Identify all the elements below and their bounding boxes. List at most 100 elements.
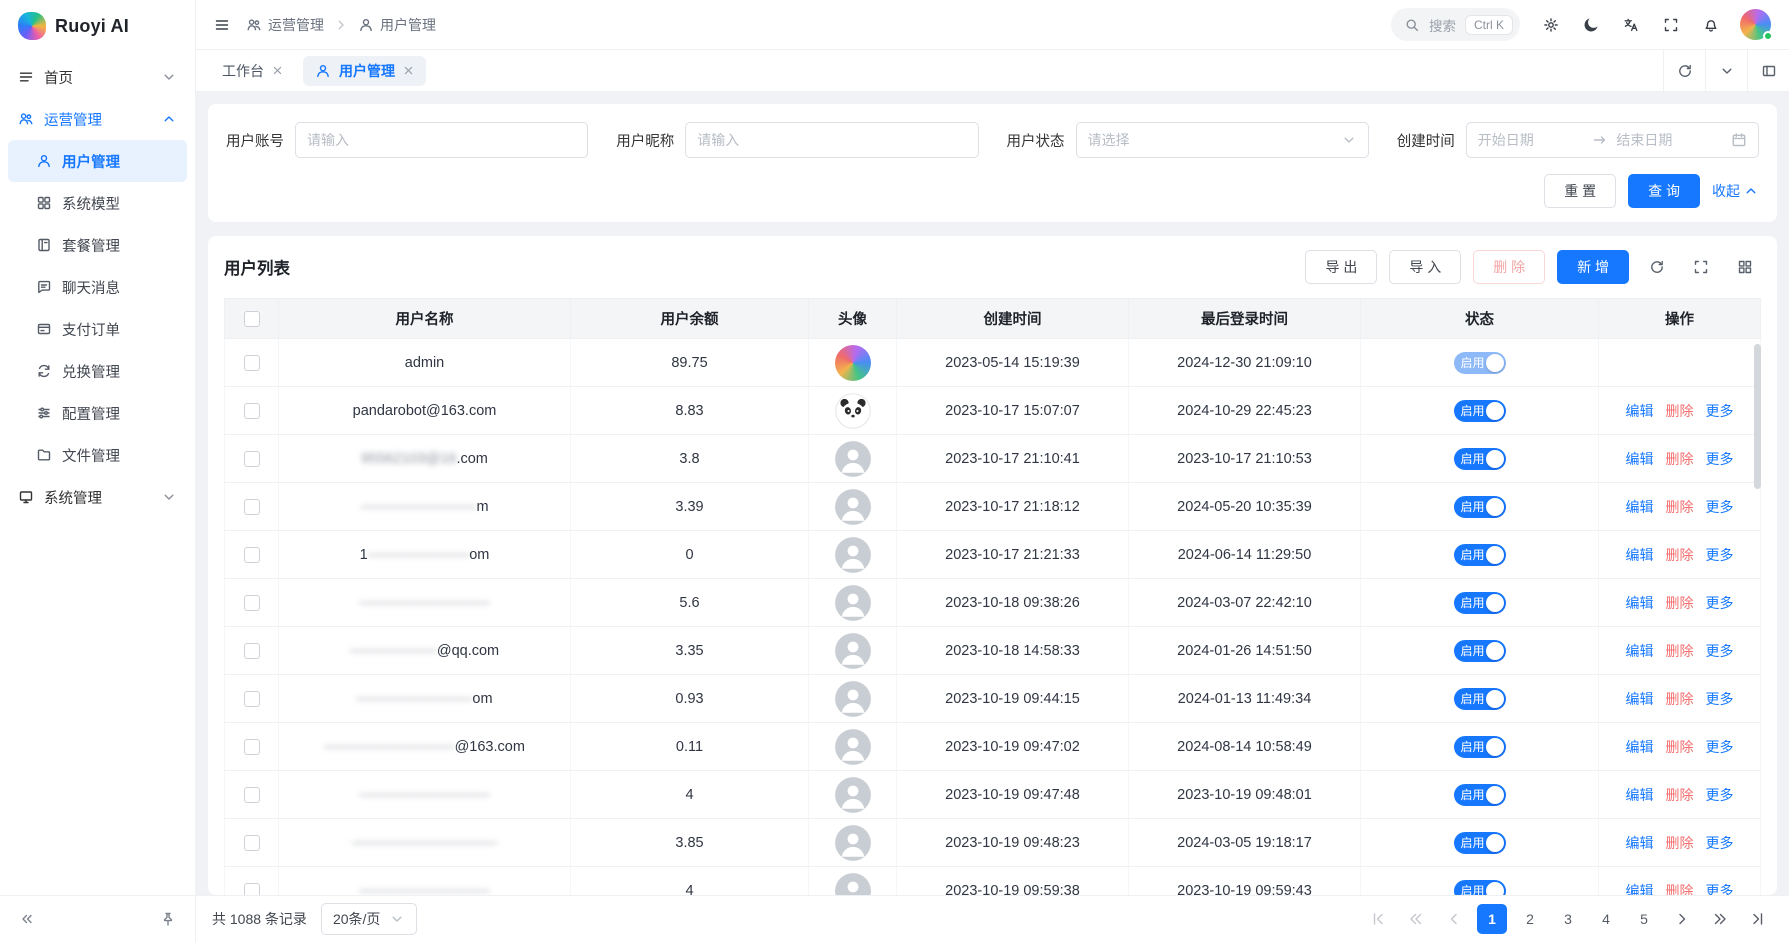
- page-size-select[interactable]: 20条/页: [321, 903, 417, 935]
- delete-link[interactable]: 删除: [1666, 691, 1694, 707]
- status-toggle[interactable]: 启用: [1454, 880, 1506, 896]
- more-link[interactable]: 更多: [1706, 643, 1734, 659]
- status-toggle[interactable]: 启用: [1454, 544, 1506, 566]
- status-toggle[interactable]: 启用: [1454, 352, 1506, 374]
- breadcrumb-item-0[interactable]: 运营管理: [246, 15, 324, 35]
- edit-link[interactable]: 编辑: [1626, 835, 1654, 851]
- prev-5-pages-button[interactable]: [1401, 904, 1431, 934]
- sidebar-subitem-5[interactable]: 兑换管理: [8, 350, 187, 392]
- delete-link[interactable]: 删除: [1666, 595, 1694, 611]
- content-fullscreen-button[interactable]: [1747, 50, 1789, 91]
- row-checkbox[interactable]: [244, 355, 260, 371]
- dark-mode-button[interactable]: [1574, 8, 1608, 42]
- edit-link[interactable]: 编辑: [1626, 547, 1654, 563]
- collapse-filters-link[interactable]: 收起: [1712, 181, 1759, 201]
- sidebar-subitem-7[interactable]: 文件管理: [8, 434, 187, 476]
- edit-link[interactable]: 编辑: [1626, 499, 1654, 515]
- nickname-input[interactable]: [697, 132, 966, 148]
- prev-page-button[interactable]: [1439, 904, 1469, 934]
- status-toggle[interactable]: 启用: [1454, 784, 1506, 806]
- row-checkbox[interactable]: [244, 883, 260, 895]
- date-end-input[interactable]: [1616, 132, 1723, 148]
- more-link[interactable]: 更多: [1706, 787, 1734, 803]
- breadcrumb-item-1[interactable]: 用户管理: [358, 15, 436, 35]
- row-checkbox[interactable]: [244, 547, 260, 563]
- row-checkbox[interactable]: [244, 691, 260, 707]
- edit-link[interactable]: 编辑: [1626, 691, 1654, 707]
- close-icon[interactable]: [403, 65, 414, 76]
- more-link[interactable]: 更多: [1706, 835, 1734, 851]
- sidebar-item-0[interactable]: 首页: [0, 56, 195, 98]
- delete-link[interactable]: 删除: [1666, 547, 1694, 563]
- date-start-input[interactable]: [1478, 132, 1585, 148]
- edit-link[interactable]: 编辑: [1626, 595, 1654, 611]
- delete-link[interactable]: 删除: [1666, 787, 1694, 803]
- row-checkbox[interactable]: [244, 403, 260, 419]
- next-5-pages-button[interactable]: [1705, 904, 1735, 934]
- fullscreen-button[interactable]: [1654, 8, 1688, 42]
- row-checkbox[interactable]: [244, 835, 260, 851]
- sidebar-item-1[interactable]: 运营管理: [0, 98, 195, 140]
- reset-button[interactable]: 重 置: [1544, 174, 1616, 208]
- settings-button[interactable]: [1534, 8, 1568, 42]
- select-all-checkbox[interactable]: [244, 311, 260, 327]
- status-toggle[interactable]: 启用: [1454, 832, 1506, 854]
- last-page-button[interactable]: [1743, 904, 1773, 934]
- sidebar-subitem-6[interactable]: 配置管理: [8, 392, 187, 434]
- more-link[interactable]: 更多: [1706, 499, 1734, 515]
- user-avatar[interactable]: [1740, 9, 1771, 40]
- column-settings-button[interactable]: [1729, 251, 1761, 283]
- sidebar-subitem-4[interactable]: 支付订单: [8, 308, 187, 350]
- sidebar-item-2[interactable]: 系统管理: [0, 476, 195, 518]
- import-button[interactable]: 导 入: [1389, 250, 1461, 284]
- date-range-picker[interactable]: [1466, 122, 1759, 158]
- delete-button[interactable]: 删 除: [1473, 250, 1545, 284]
- page-button-4[interactable]: 4: [1591, 904, 1621, 934]
- sidebar-subitem-3[interactable]: 聊天消息: [8, 266, 187, 308]
- delete-link[interactable]: 删除: [1666, 403, 1694, 419]
- edit-link[interactable]: 编辑: [1626, 739, 1654, 755]
- page-button-2[interactable]: 2: [1515, 904, 1545, 934]
- sidebar-collapse-button[interactable]: [14, 906, 40, 932]
- delete-link[interactable]: 删除: [1666, 499, 1694, 515]
- sidebar-subitem-1[interactable]: 系统模型: [8, 182, 187, 224]
- page-button-3[interactable]: 3: [1553, 904, 1583, 934]
- status-toggle[interactable]: 启用: [1454, 640, 1506, 662]
- row-checkbox[interactable]: [244, 787, 260, 803]
- app-logo[interactable]: Ruoyi AI: [0, 0, 195, 52]
- close-icon[interactable]: [272, 65, 283, 76]
- delete-link[interactable]: 删除: [1666, 835, 1694, 851]
- more-link[interactable]: 更多: [1706, 691, 1734, 707]
- export-button[interactable]: 导 出: [1305, 250, 1377, 284]
- status-toggle[interactable]: 启用: [1454, 592, 1506, 614]
- edit-link[interactable]: 编辑: [1626, 403, 1654, 419]
- first-page-button[interactable]: [1363, 904, 1393, 934]
- more-link[interactable]: 更多: [1706, 403, 1734, 419]
- page-button-5[interactable]: 5: [1629, 904, 1659, 934]
- delete-link[interactable]: 删除: [1666, 739, 1694, 755]
- page-button-1[interactable]: 1: [1477, 904, 1507, 934]
- table-refresh-button[interactable]: [1641, 251, 1673, 283]
- sidebar-subitem-0[interactable]: 用户管理: [8, 140, 187, 182]
- notifications-button[interactable]: [1694, 8, 1728, 42]
- more-link[interactable]: 更多: [1706, 739, 1734, 755]
- edit-link[interactable]: 编辑: [1626, 643, 1654, 659]
- tab-1[interactable]: 用户管理: [303, 56, 426, 86]
- status-toggle[interactable]: 启用: [1454, 688, 1506, 710]
- edit-link[interactable]: 编辑: [1626, 787, 1654, 803]
- sidebar-subitem-2[interactable]: 套餐管理: [8, 224, 187, 266]
- edit-link[interactable]: 编辑: [1626, 451, 1654, 467]
- row-checkbox[interactable]: [244, 643, 260, 659]
- row-checkbox[interactable]: [244, 451, 260, 467]
- row-checkbox[interactable]: [244, 739, 260, 755]
- tab-refresh-button[interactable]: [1663, 50, 1705, 91]
- status-toggle[interactable]: 启用: [1454, 448, 1506, 470]
- query-button[interactable]: 查 询: [1628, 174, 1700, 208]
- hamburger-menu-icon[interactable]: [214, 17, 230, 33]
- status-toggle[interactable]: 启用: [1454, 736, 1506, 758]
- status-toggle[interactable]: 启用: [1454, 400, 1506, 422]
- row-checkbox[interactable]: [244, 595, 260, 611]
- language-button[interactable]: [1614, 8, 1648, 42]
- delete-link[interactable]: 删除: [1666, 883, 1694, 896]
- next-page-button[interactable]: [1667, 904, 1697, 934]
